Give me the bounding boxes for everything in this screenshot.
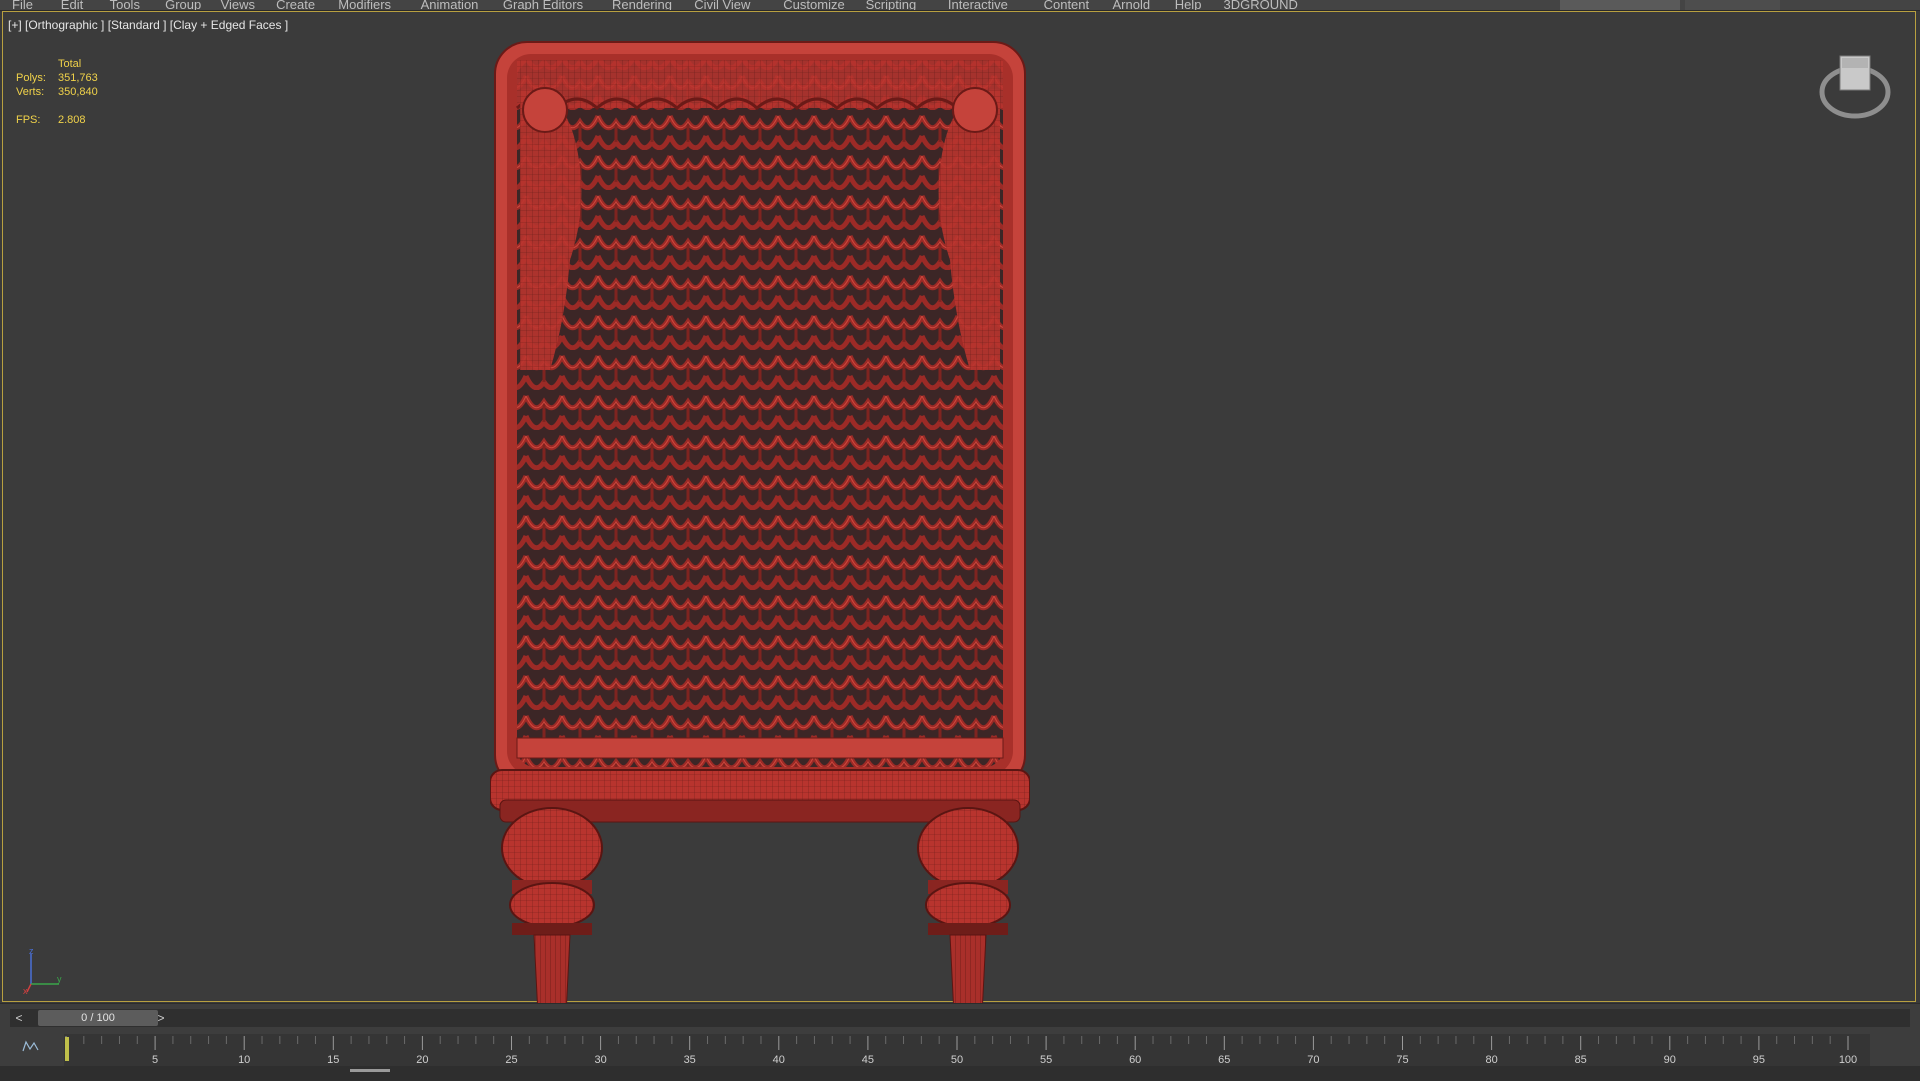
sign-in-field[interactable] (1560, 0, 1680, 10)
timeline-tick-label: 15 (327, 1054, 339, 1066)
menu-item-arnold[interactable]: Arnold (1113, 0, 1151, 10)
menu-item-animation[interactable]: Animation (421, 0, 479, 10)
menu-item-group[interactable]: Group (165, 0, 201, 10)
axis-z-label: z (29, 948, 34, 956)
timeline-track[interactable]: 5 10 15 20 25 30 35 40 45 50 55 60 65 70 75 80 85 90 95 100 (64, 1034, 1870, 1066)
current-frame-marker[interactable] (65, 1037, 69, 1061)
axis-y-label: y (57, 974, 62, 984)
menu-item-tools[interactable]: Tools (110, 0, 140, 10)
timeline-tick-label: 40 (773, 1054, 785, 1066)
table-model[interactable] (490, 30, 1030, 1015)
menu-item-modifiers[interactable]: Modifiers (338, 0, 391, 10)
menu-item-edit[interactable]: Edit (61, 0, 83, 10)
timeline-tick-label: 85 (1575, 1054, 1587, 1066)
time-slider-prev-button[interactable]: < (12, 1010, 26, 1026)
timeline-tick-label: 60 (1129, 1054, 1141, 1066)
timeline-tick-label: 25 (505, 1054, 517, 1066)
timeline-tick-label: 70 (1307, 1054, 1319, 1066)
menu-item-content[interactable]: Content (1044, 0, 1090, 10)
timeline-tick-label: 80 (1485, 1054, 1497, 1066)
polys-label: Polys: (16, 72, 46, 84)
menu-item-rendering[interactable]: Rendering (612, 0, 672, 10)
viewcube-icon[interactable] (1817, 48, 1893, 124)
timeline-lower-strip (0, 1066, 1920, 1081)
timeline-panel: < 0 / 100 > 5 10 15 20 25 30 35 40 45 50 55 60 65 70 7… (0, 1003, 1920, 1081)
timeline-tick-label: 20 (416, 1054, 428, 1066)
fps-value: 2.808 (58, 114, 86, 126)
menu-item-customize[interactable]: Customize (783, 0, 844, 10)
time-slider-thumb[interactable]: 0 / 100 (38, 1010, 158, 1026)
timeline-tick-label: 10 (238, 1054, 250, 1066)
curve-editor-icon[interactable] (22, 1040, 40, 1055)
timeline-tick-label: 45 (862, 1054, 874, 1066)
timeline-tick-label: 5 (152, 1054, 158, 1066)
table-leg-left (501, 807, 603, 1015)
verts-value: 350,840 (58, 86, 98, 98)
timeline-tick-label: 95 (1753, 1054, 1765, 1066)
timeline-tick-label: 50 (951, 1054, 963, 1066)
timeline-tick-label: 100 (1839, 1054, 1857, 1066)
menu-item-3dground[interactable]: 3DGROUND (1224, 0, 1298, 10)
workspace-dropdown[interactable] (1685, 0, 1780, 10)
timeline-tick-label: 90 (1664, 1054, 1676, 1066)
timeline-scroll-indicator[interactable] (350, 1069, 390, 1072)
timeline-tick-label: 35 (684, 1054, 696, 1066)
menu-bar: File Edit Tools Group Views Create Modifiers An… (0, 0, 1920, 11)
timeline-tick-label: 75 (1396, 1054, 1408, 1066)
menu-item-scripting[interactable]: Scripting (866, 0, 917, 10)
polys-value: 351,763 (58, 72, 98, 84)
menu-item-create[interactable]: Create (276, 0, 315, 10)
timeline-tick-label: 55 (1040, 1054, 1052, 1066)
viewport-label[interactable]: [+] [Orthographic ] [Standard ] [Clay + … (8, 18, 288, 32)
menu-item-interactive[interactable]: Interactive (948, 0, 1008, 10)
menu-item-help[interactable]: Help (1175, 0, 1202, 10)
fps-label: FPS: (16, 114, 41, 126)
menu-item-graph-editors[interactable]: Graph Editors (503, 0, 583, 10)
timeline-ruler: 5 10 15 20 25 30 35 40 45 50 55 60 65 70 75 80 85 90 95 100 (65, 1036, 1857, 1066)
verts-label: Verts: (16, 86, 45, 98)
timeline-tick-label: 65 (1218, 1054, 1230, 1066)
time-slider-next-button[interactable]: > (154, 1010, 168, 1026)
timeline-tick-label: 30 (594, 1054, 606, 1066)
stats-header: Total (58, 58, 82, 70)
time-slider-track[interactable]: < 0 / 100 > (10, 1009, 1910, 1027)
table-leg-right (917, 807, 1019, 1015)
lattice-panel (517, 60, 1003, 767)
axis-x-label: x (23, 986, 28, 994)
menu-item-file[interactable]: File (12, 0, 33, 10)
menu-item-civil-view[interactable]: Civil View (694, 0, 750, 10)
menu-item-views[interactable]: Views (221, 0, 255, 10)
orthographic-viewport[interactable]: [+] [Orthographic ] [Standard ] [Clay + … (2, 11, 1916, 1015)
axis-tripod-icon: z y x (23, 948, 62, 994)
